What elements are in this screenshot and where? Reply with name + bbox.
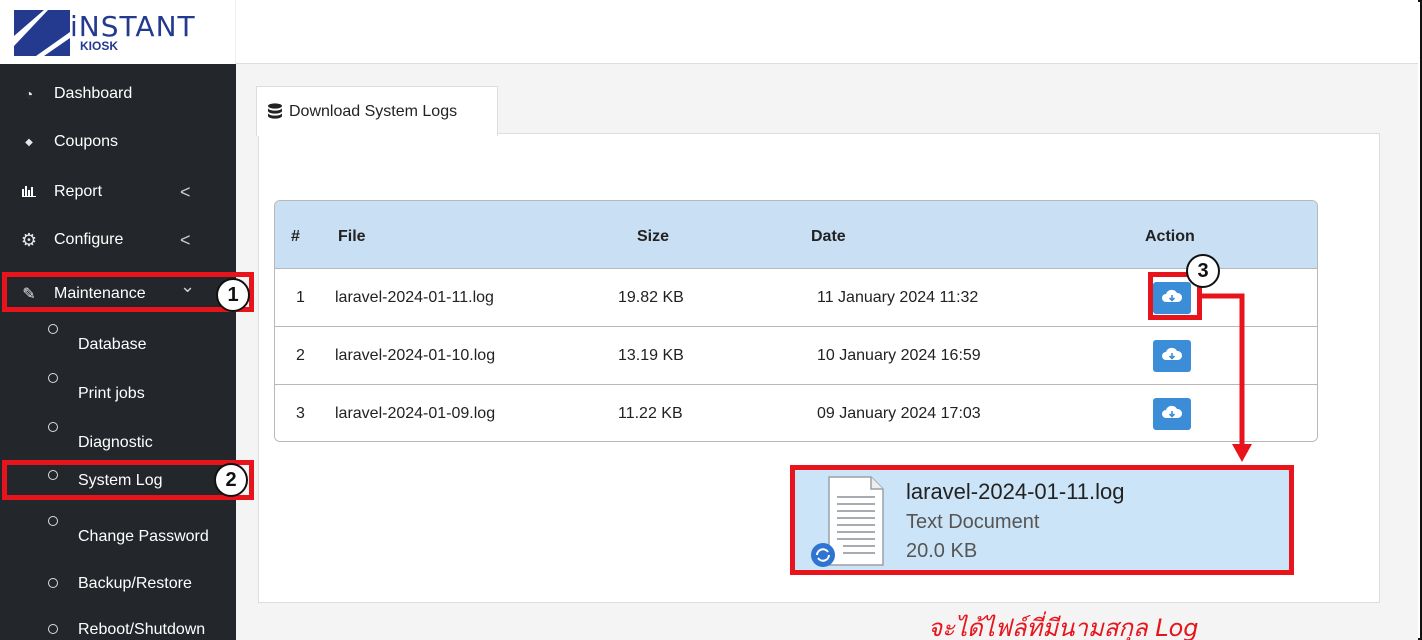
bar-chart-icon [20, 184, 38, 200]
row-file-size: 13.19 KB [618, 347, 684, 364]
row-file-size: 19.82 KB [618, 289, 684, 306]
column-header-action: Action [1145, 228, 1195, 245]
file-preview-name: laravel-2024-01-11.log [906, 479, 1125, 504]
circle-bullet-icon [48, 578, 58, 588]
annotation-caption: จะได้ไฟล์ที่มีนามสกุล Log [928, 614, 1199, 640]
circle-bullet-icon [48, 373, 58, 383]
circle-bullet-icon [48, 516, 58, 526]
row-file-date: 09 January 2024 17:03 [817, 405, 981, 422]
sidebar-subitem-label: Diagnostic [78, 434, 153, 451]
tag-icon: ◆ [25, 136, 33, 148]
row-number: 2 [296, 347, 305, 364]
download-button[interactable] [1153, 398, 1191, 430]
sidebar-subitem-label: Print jobs [78, 385, 145, 402]
step-marker-3: 3 [1186, 254, 1220, 288]
downloaded-file-preview[interactable]: laravel-2024-01-11.log Text Document 20.… [790, 465, 1294, 575]
sidebar-item-coupons[interactable]: ◆ Coupons [0, 120, 236, 164]
download-button[interactable] [1153, 340, 1191, 372]
logo-mark-icon [14, 10, 70, 56]
chevron-left-icon: < [180, 229, 191, 250]
circle-bullet-icon [48, 422, 58, 432]
text-document-icon [811, 476, 884, 567]
brand-subname: KIOSK [80, 39, 119, 53]
table-row: 2 laravel-2024-01-10.log 13.19 KB 10 Jan… [275, 327, 1317, 385]
row-number: 1 [296, 289, 305, 306]
sidebar-subitem-label: Change Password [78, 528, 209, 545]
cloud-download-icon [1162, 347, 1183, 360]
database-icon [268, 102, 282, 119]
step-marker-1: 1 [216, 278, 250, 312]
sidebar-item-label: Dashboard [54, 85, 133, 102]
sidebar-subitem-backup-restore[interactable]: Backup/Restore [0, 560, 236, 606]
row-file-size: 11.22 KB [618, 405, 683, 422]
sidebar-subitem-change-password[interactable]: Change Password [0, 510, 236, 556]
row-file-date: 10 January 2024 16:59 [817, 347, 981, 364]
system-log-table: # File Size Date Action 1 laravel-2024-0… [274, 200, 1318, 442]
sidebar-subitem-reboot-shutdown[interactable]: Reboot/Shutdown [0, 606, 236, 640]
column-header-number: # [291, 228, 300, 245]
circle-bullet-icon [48, 624, 58, 634]
row-file-name: laravel-2024-01-10.log [335, 347, 496, 364]
step-marker-2: 2 [214, 463, 248, 497]
sidebar-item-label: Report [54, 183, 103, 200]
sidebar-item-report[interactable]: Report < [0, 170, 236, 214]
row-number: 3 [296, 405, 305, 422]
sidebar-item-label: Coupons [54, 133, 119, 150]
table-row: 3 laravel-2024-01-09.log 11.22 KB 09 Jan… [275, 385, 1317, 441]
sidebar-subitem-label: Database [78, 336, 147, 353]
sidebar-item-configure[interactable]: ⚙ Configure < [0, 218, 236, 262]
cloud-download-icon [1162, 405, 1183, 418]
sidebar-subitem-print-jobs[interactable]: Print jobs [0, 367, 236, 413]
column-header-date: Date [811, 228, 846, 245]
column-header-file: File [338, 228, 366, 245]
sidebar-item-dashboard[interactable]: ◔ Dashboard [0, 72, 236, 116]
file-preview-type: Text Document [906, 511, 1040, 533]
row-file-name: laravel-2024-01-09.log [335, 405, 496, 422]
sidebar-subitem-database[interactable]: Database [0, 318, 236, 364]
sidebar: ◔ Dashboard ◆ Coupons Report < ⚙ Configu… [0, 64, 236, 640]
tab-label: Download System Logs [289, 102, 458, 120]
sidebar-item-label: Configure [54, 231, 124, 248]
brand-logo[interactable]: iNSTANT KIOSK [0, 0, 236, 64]
row-file-date: 11 January 2024 11:32 [817, 289, 979, 306]
top-header: iNSTANT KIOSK [0, 0, 1418, 64]
column-header-size: Size [637, 228, 670, 245]
sidebar-subitem-label: Backup/Restore [78, 575, 192, 592]
row-file-name: laravel-2024-01-11.log [335, 289, 494, 306]
chevron-left-icon: < [180, 181, 191, 202]
gauge-icon: ◔ [24, 86, 34, 102]
file-preview-size: 20.0 KB [906, 540, 978, 562]
table-header-row: # File Size Date Action [275, 201, 1317, 269]
circle-bullet-icon [48, 324, 58, 334]
tab-download-system-logs[interactable]: Download System Logs [256, 86, 498, 136]
gear-icon: ⚙ [20, 229, 38, 250]
sidebar-subitem-label: Reboot/Shutdown [78, 621, 206, 638]
sidebar-subitem-diagnostic[interactable]: Diagnostic [0, 416, 236, 462]
